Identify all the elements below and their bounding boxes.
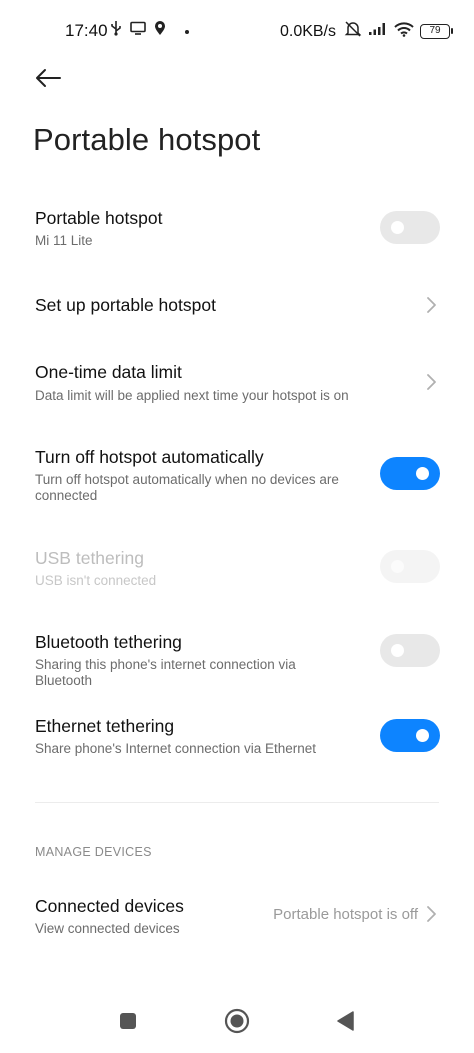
divider <box>35 802 439 803</box>
net-speed: 0.0KB/s <box>279 22 336 40</box>
back-nav-button[interactable] <box>330 1008 360 1038</box>
recents-button[interactable] <box>113 1008 143 1038</box>
setup-hotspot-row[interactable]: Set up portable hotspot <box>0 284 474 328</box>
ethernet-tethering-title: Ethernet tethering <box>35 716 175 736</box>
connected-devices-row[interactable]: Connected devices View connected devices… <box>0 888 474 944</box>
auto-off-row[interactable]: Turn off hotspot automatically Turn off … <box>0 440 474 510</box>
bluetooth-tethering-subtitle: Sharing this phone's internet connection… <box>35 657 296 688</box>
chevron-right-icon <box>426 296 438 314</box>
setup-hotspot-title: Set up portable hotspot <box>35 295 216 315</box>
arrow-left-icon <box>34 68 62 93</box>
ethernet-tethering-toggle[interactable] <box>380 719 440 752</box>
data-limit-subtitle: Data limit will be applied next time you… <box>35 388 349 403</box>
chevron-right-icon <box>426 373 438 391</box>
navigation-bar <box>0 995 474 1053</box>
bluetooth-tethering-title: Bluetooth tethering <box>35 632 182 652</box>
portable-hotspot-subtitle: Mi 11 Lite <box>35 233 93 248</box>
data-limit-title: One-time data limit <box>35 362 182 382</box>
usb-icon <box>110 20 122 41</box>
portable-hotspot-toggle[interactable] <box>380 211 440 244</box>
dot-icon <box>184 22 190 40</box>
back-button[interactable] <box>30 62 66 98</box>
wifi-icon <box>394 21 414 42</box>
portable-hotspot-row[interactable]: Portable hotspot Mi 11 Lite <box>0 200 474 260</box>
toggle-knob <box>391 221 404 234</box>
signal-icon <box>368 22 388 41</box>
portable-hotspot-title: Portable hotspot <box>35 208 163 228</box>
chevron-right-icon <box>426 905 438 923</box>
connected-devices-status: Portable hotspot is off <box>273 906 418 923</box>
circle-home-icon <box>224 1008 250 1039</box>
bluetooth-tethering-row[interactable]: Bluetooth tethering Sharing this phone's… <box>0 624 474 688</box>
auto-off-title: Turn off hotspot automatically <box>35 447 264 467</box>
square-recents-icon <box>118 1011 138 1036</box>
toggle-knob <box>416 729 429 742</box>
mute-icon <box>344 20 362 43</box>
screen-icon <box>130 21 146 40</box>
location-icon <box>154 20 166 41</box>
home-button[interactable] <box>222 1008 252 1038</box>
auto-off-subtitle: Turn off hotspot automatically when no d… <box>35 472 339 503</box>
toggle-knob <box>391 560 404 573</box>
battery-icon: 79 <box>420 24 453 39</box>
usb-tethering-subtitle: USB isn't connected <box>35 573 157 588</box>
usb-tethering-row: USB tethering USB isn't connected <box>0 540 474 600</box>
ethernet-tethering-row[interactable]: Ethernet tethering Share phone's Interne… <box>0 708 474 768</box>
status-time: 17:40 <box>65 21 108 40</box>
triangle-back-icon <box>335 1010 355 1037</box>
connected-devices-title: Connected devices <box>35 896 184 916</box>
auto-off-toggle[interactable] <box>380 457 440 490</box>
manage-devices-header: MANAGE DEVICES <box>35 845 152 859</box>
status-bar: 17:40 0.0KB/s 79 <box>0 0 474 62</box>
toggle-knob <box>391 644 404 657</box>
toggle-knob <box>416 467 429 480</box>
connected-devices-subtitle: View connected devices <box>35 921 180 936</box>
usb-tethering-toggle <box>380 550 440 583</box>
data-limit-row[interactable]: One-time data limit Data limit will be a… <box>0 356 474 412</box>
ethernet-tethering-subtitle: Share phone's Internet connection via Et… <box>35 741 317 756</box>
bluetooth-tethering-toggle[interactable] <box>380 634 440 667</box>
usb-tethering-title: USB tethering <box>35 548 144 568</box>
page-title: Portable hotspot <box>33 122 261 157</box>
